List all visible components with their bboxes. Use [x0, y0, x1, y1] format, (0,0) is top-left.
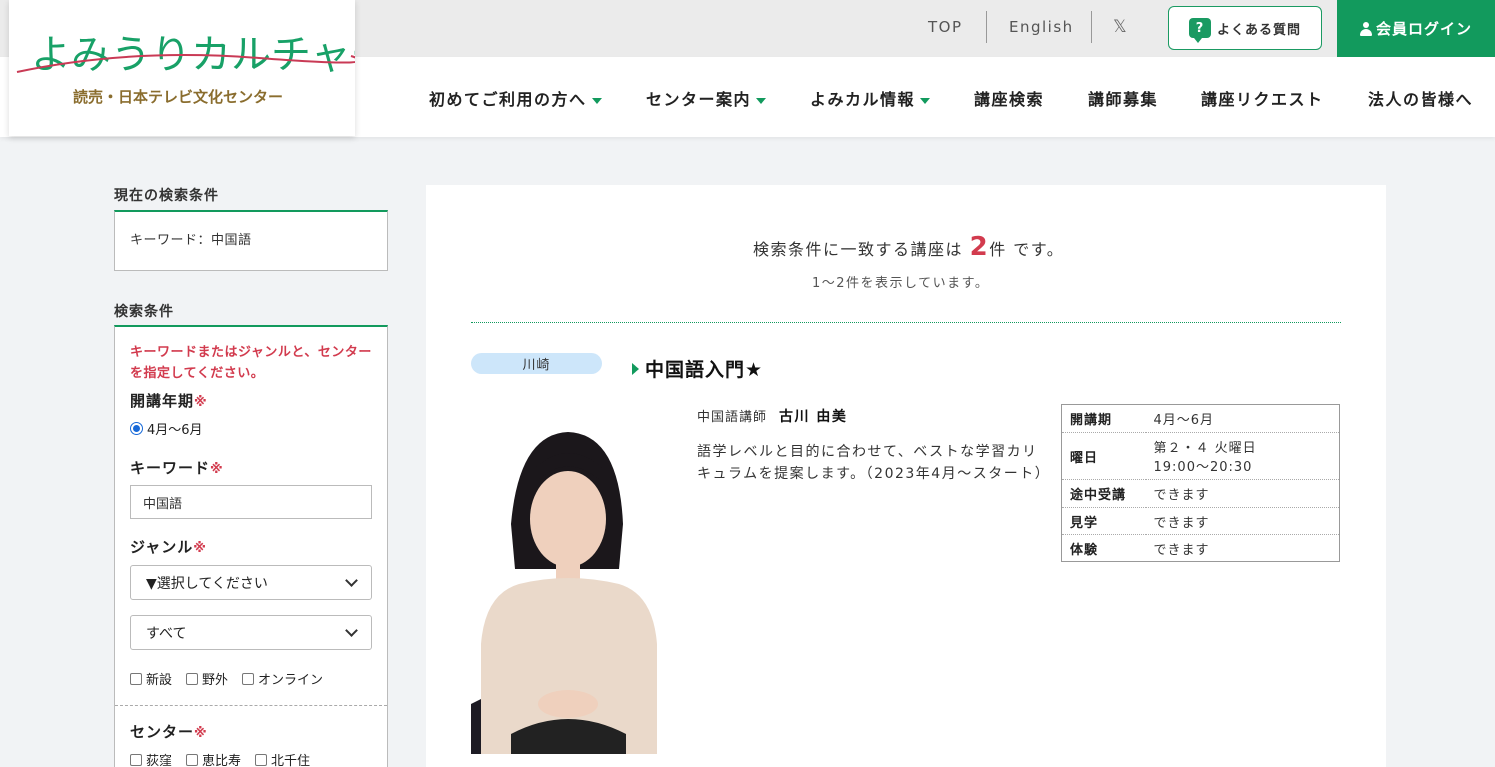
course-description: 語学レベルと目的に合わせて、ベストな学習カリキュラムを提案します。（2023年4…: [697, 444, 1051, 482]
table-row: 途中受講 できます: [1061, 479, 1340, 508]
center-checkboxes: 荻窪 恵比寿 北千住: [130, 750, 310, 767]
option-checkboxes: 新設 野外 オンライン: [130, 669, 323, 688]
faq-label: よくある質問: [1216, 22, 1301, 38]
divider: [986, 11, 987, 43]
divider: [115, 705, 387, 706]
chevron-down-icon: [345, 573, 358, 587]
course-info-table: 開講期 4月〜6月 曜日 第２・４ 火曜日 19:00〜20:30 途中受講 できます …: [1061, 404, 1340, 562]
checkbox-online[interactable]: オンライン: [242, 669, 323, 688]
nav-first-time[interactable]: 初めてご利用の方へ: [429, 86, 602, 110]
logo-subtitle: 読売・日本テレビ文化センター: [73, 88, 283, 106]
top-link[interactable]: TOP: [928, 18, 963, 36]
result-count: 2: [969, 232, 990, 262]
checkbox-kitasenju[interactable]: 北千住: [255, 750, 310, 767]
search-conditions-heading: 検索条件: [114, 304, 174, 320]
nav-course-request[interactable]: 講座リクエスト: [1201, 86, 1324, 110]
subgenre-select[interactable]: すべて: [130, 615, 372, 650]
divider: [471, 322, 1341, 323]
genre-label: ジャンル※: [130, 538, 207, 556]
nav-center-info[interactable]: センター案内: [646, 86, 767, 110]
table-row: 体験 できます: [1061, 534, 1340, 562]
current-conditions-heading: 現在の検索条件: [114, 188, 219, 204]
caret-down-icon: [920, 97, 931, 104]
checkbox-ogikubo[interactable]: 荻窪: [130, 750, 172, 767]
keyword-label: キーワード※: [130, 459, 224, 477]
radio-selected-icon[interactable]: [130, 422, 143, 435]
chevron-down-icon: [345, 623, 358, 637]
center-badge: 川崎: [471, 353, 602, 374]
center-label: センター※: [130, 723, 208, 741]
login-label: 会員ログイン: [1375, 20, 1472, 38]
arrow-right-icon: [632, 362, 639, 375]
result-range: 1〜2件を表示しています。: [812, 276, 990, 291]
caret-down-icon: [591, 97, 602, 104]
nav-instructor-recruit[interactable]: 講師募集: [1088, 86, 1158, 110]
search-warning: キーワードまたはジャンルと、センターを指定してください。: [130, 345, 372, 381]
period-label: 開講年期※: [130, 392, 208, 410]
period-radio[interactable]: 4月〜6月: [130, 419, 203, 438]
site-logo[interactable]: よみうりカルチャー 読売・日本テレビ文化センター: [9, 0, 355, 136]
teacher-role: 中国語講師: [697, 410, 768, 425]
result-count-line: 検索条件に一致する講座は 2件 です。: [753, 232, 1065, 262]
teacher-line: 中国語講師 古川 由美: [697, 406, 847, 426]
logo-graphic: よみうりカルチャー 読売・日本テレビ文化センター: [16, 32, 355, 106]
table-row: 開講期 4月〜6月: [1061, 404, 1340, 433]
table-row: 曜日 第２・４ 火曜日 19:00〜20:30: [1061, 432, 1340, 480]
checkbox-new[interactable]: 新設: [130, 669, 172, 688]
genre-select[interactable]: ▼選択してください: [130, 565, 372, 600]
checkbox-ebisu[interactable]: 恵比寿: [186, 750, 241, 767]
faq-button[interactable]: ? よくある質問: [1168, 6, 1322, 50]
user-icon: [1359, 21, 1372, 36]
divider: [1091, 11, 1092, 43]
teacher-photo[interactable]: [471, 404, 666, 754]
current-condition-text: キーワード：中国語: [130, 233, 252, 248]
teacher-name: 古川 由美: [779, 409, 848, 425]
checkbox-outdoor[interactable]: 野外: [186, 669, 228, 688]
nav-course-search[interactable]: 講座検索: [974, 86, 1044, 110]
keyword-input[interactable]: 中国語: [130, 485, 372, 519]
table-row: 見学 できます: [1061, 507, 1340, 535]
nav-corporate[interactable]: 法人の皆様へ: [1368, 86, 1473, 110]
x-icon[interactable]: 𝕏: [1113, 17, 1127, 37]
nav-yomikaru-info[interactable]: よみカル情報: [810, 86, 931, 110]
english-link[interactable]: English: [1009, 18, 1074, 36]
question-icon: ?: [1188, 18, 1211, 43]
course-title[interactable]: 中国語入門★: [632, 355, 763, 382]
login-button[interactable]: 会員ログイン: [1337, 0, 1495, 57]
period-option-label: 4月〜6月: [147, 423, 203, 438]
caret-down-icon: [756, 97, 767, 104]
